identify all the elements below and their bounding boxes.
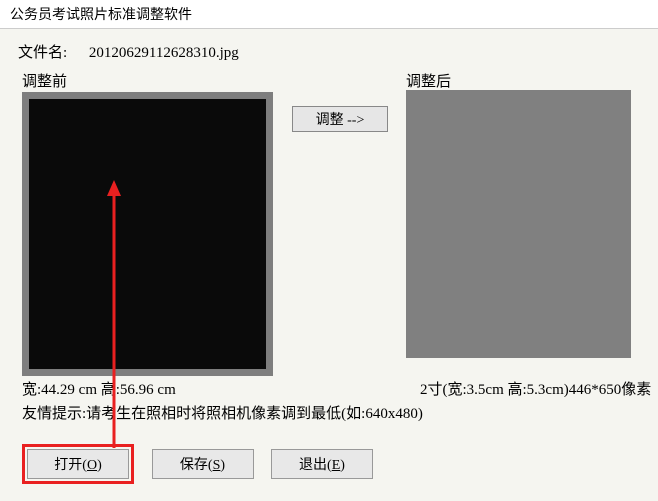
- heading-after: 调整后: [406, 70, 451, 91]
- filename-row: 文件名: 20120629112628310.jpg: [0, 29, 658, 70]
- save-button[interactable]: 保存(S): [152, 449, 254, 479]
- image-preview-before: [22, 92, 273, 376]
- hint-text: 友情提示:请考生在照相时将照相机像素调到最低(如:640x480): [22, 402, 423, 423]
- adjust-button[interactable]: 调整 -->: [292, 106, 388, 132]
- filename-label: 文件名:: [18, 41, 67, 62]
- window-titlebar: 公务员考试照片标准调整软件: [0, 0, 658, 29]
- window-title: 公务员考试照片标准调整软件: [10, 8, 192, 23]
- filename-value: 20120629112628310.jpg: [89, 45, 239, 62]
- dimensions-after: 2寸(宽:3.5cm 高:5.3cm)446*650像素: [420, 378, 651, 399]
- image-preview-after: [406, 90, 631, 358]
- heading-before: 调整前: [22, 70, 67, 91]
- open-button-highlight: 打开(O): [22, 444, 134, 484]
- open-button[interactable]: 打开(O): [27, 449, 129, 479]
- button-row: 打开(O) 保存(S) 退出(E): [22, 444, 387, 484]
- dimensions-before: 宽:44.29 cm 高:56.96 cm: [22, 378, 176, 399]
- exit-button[interactable]: 退出(E): [271, 449, 373, 479]
